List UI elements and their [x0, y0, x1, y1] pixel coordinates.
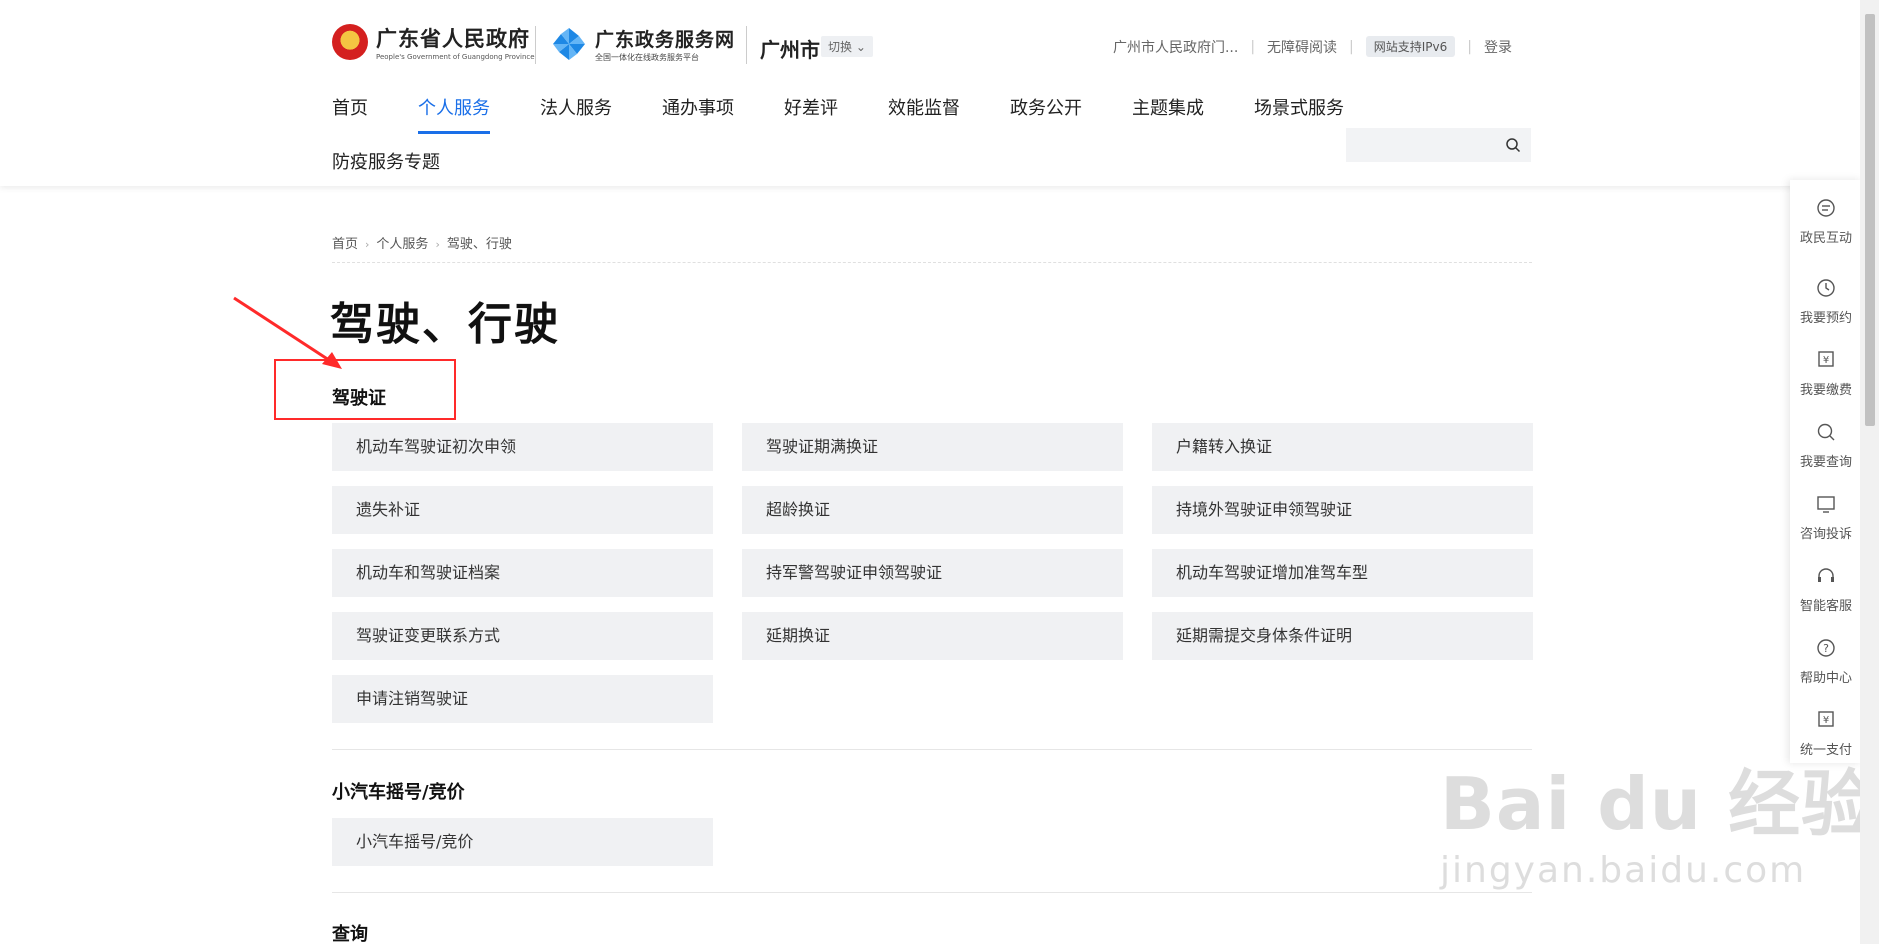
sidebar-item-help[interactable]: ? 帮助中心 [1790, 637, 1862, 686]
service-item[interactable]: 驾驶证变更联系方式 [332, 612, 713, 660]
link-separator: | [1467, 38, 1472, 55]
service-item[interactable]: 遗失补证 [332, 486, 713, 534]
sidebar-item-payment[interactable]: ¥ 我要缴费 [1790, 349, 1862, 398]
floating-sidebar: 政民互动 我要预约 ¥ 我要缴费 我要查询 咨询投诉 智能客服 ? 帮助中心 ¥… [1790, 180, 1862, 763]
headset-icon [1818, 568, 1834, 582]
page-title: 驾驶、行驶 [330, 299, 560, 350]
sidebar-label: 咨询投诉 [1799, 527, 1852, 542]
watermark-brand: Bai du 经验 [1440, 762, 1875, 846]
watermark-url: jingyan.baidu.com [1440, 850, 1807, 891]
sidebar-item-appointment[interactable]: 我要预约 [1790, 277, 1862, 326]
service-item[interactable]: 延期需提交身体条件证明 [1152, 612, 1533, 660]
gov-name: 广东省人民政府 [376, 27, 530, 51]
gov-subtitle: People's Government of Guangdong Provinc… [376, 53, 535, 61]
sidebar-item-query[interactable]: 我要查询 [1790, 421, 1862, 470]
sidebar-label: 我要缴费 [1799, 383, 1852, 398]
nav-themes[interactable]: 主题集成 [1132, 94, 1204, 134]
sidebar-item-customer-service[interactable]: 智能客服 [1790, 565, 1862, 614]
search-input[interactable] [1346, 128, 1531, 162]
yuan-receipt-icon: ¥ [1818, 351, 1834, 367]
accessible-reading-link[interactable]: 无障碍阅读 [1267, 37, 1337, 57]
city-name: 广州市 [760, 38, 820, 62]
chevron-down-icon: ⌄ [852, 40, 866, 54]
nav-scenario-services[interactable]: 场景式服务 [1254, 94, 1344, 134]
svg-text:?: ? [1823, 642, 1829, 655]
switch-label: 切换 [828, 40, 853, 54]
header-divider [746, 26, 747, 64]
svg-text:¥: ¥ [1823, 355, 1829, 366]
service-item[interactable]: 户籍转入换证 [1152, 423, 1533, 471]
service-item[interactable]: 持境外驾驶证申领驾驶证 [1152, 486, 1533, 534]
pinwheel-logo-icon [553, 28, 585, 60]
breadcrumb-home[interactable]: 首页 [332, 237, 358, 252]
service-item[interactable]: 延期换证 [742, 612, 1123, 660]
yuan-receipt-icon: ¥ [1818, 711, 1834, 727]
site-header: 广东省人民政府 People's Government of Guangdong… [0, 0, 1860, 186]
main-nav: 首页 个人服务 法人服务 通办事项 好差评 效能监督 政务公开 主题集成 场景式… [332, 94, 1394, 134]
ipv6-badge: 网站支持IPv6 [1365, 36, 1456, 57]
link-separator: | [1349, 38, 1354, 55]
svg-text:¥: ¥ [1823, 715, 1829, 726]
service-item[interactable]: 持军警驾驶证申领驾驶证 [742, 549, 1123, 597]
nav-epidemic-services[interactable]: 防疫服务专题 [332, 148, 440, 174]
chevron-right-icon: › [365, 238, 370, 251]
chat-bubble-icon [1817, 199, 1835, 217]
sidebar-label: 我要预约 [1799, 311, 1852, 326]
baidu-watermark: Bai du 经验 jingyan.baidu.com [1440, 745, 1874, 891]
search-icon [1817, 423, 1835, 441]
top-links: 广州市人民政府门... | 无障碍阅读 | 网站支持IPv6 | 登录 [1113, 36, 1512, 57]
nav-universal-items[interactable]: 通办事项 [662, 94, 734, 134]
search-icon[interactable] [1505, 137, 1521, 153]
question-circle-icon: ? [1817, 639, 1835, 657]
section-divider [332, 892, 1532, 893]
annotation-highlight-box [274, 359, 456, 420]
service-logo[interactable]: 广东政务服务网 全国一体化在线政务服务平台 [551, 25, 735, 63]
link-separator: | [1250, 38, 1256, 55]
breadcrumb-current: 驾驶、行驶 [446, 237, 512, 252]
monitor-icon [1817, 496, 1835, 513]
section-title-query: 查询 [332, 924, 368, 945]
clock-icon [1817, 279, 1835, 297]
sidebar-label: 帮助中心 [1799, 671, 1852, 686]
section-title-car-lottery: 小汽车摇号/竞价 [332, 782, 465, 803]
header-divider [535, 26, 536, 64]
nav-gov-affairs[interactable]: 政务公开 [1010, 94, 1082, 134]
breadcrumb-personal[interactable]: 个人服务 [376, 237, 428, 252]
service-item[interactable]: 机动车驾驶证初次申领 [332, 423, 713, 471]
nav-supervision[interactable]: 效能监督 [888, 94, 960, 134]
sidebar-item-interaction[interactable]: 政民互动 [1790, 197, 1862, 246]
section-divider [332, 749, 1532, 750]
login-link[interactable]: 登录 [1484, 37, 1512, 57]
service-name: 广东政务服务网 [595, 29, 736, 51]
city-portal-link[interactable]: 广州市人民政府门... [1113, 37, 1238, 57]
sidebar-label: 政民互动 [1799, 231, 1852, 246]
nav-rating[interactable]: 好差评 [784, 94, 838, 134]
service-item[interactable]: 驾驶证期满换证 [742, 423, 1123, 471]
chevron-right-icon: › [435, 238, 440, 251]
nav-personal-services[interactable]: 个人服务 [418, 94, 490, 134]
sidebar-item-complaint[interactable]: 咨询投诉 [1790, 493, 1862, 542]
breadcrumb: 首页 › 个人服务 › 驾驶、行驶 [332, 233, 1532, 263]
service-item[interactable]: 小汽车摇号/竞价 [332, 818, 713, 866]
sidebar-label: 智能客服 [1799, 599, 1852, 614]
scrollbar-thumb[interactable] [1865, 14, 1875, 426]
sidebar-label: 我要查询 [1799, 455, 1852, 470]
service-item[interactable]: 机动车和驾驶证档案 [332, 549, 713, 597]
service-subtitle: 全国一体化在线政务服务平台 [595, 53, 699, 62]
service-item[interactable]: 超龄换证 [742, 486, 1123, 534]
service-item[interactable]: 申请注销驾驶证 [332, 675, 713, 723]
service-item[interactable]: 机动车驾驶证增加准驾车型 [1152, 549, 1533, 597]
nav-home[interactable]: 首页 [332, 94, 368, 134]
national-emblem-icon [332, 24, 368, 60]
gov-logo[interactable]: 广东省人民政府 People's Government of Guangdong… [332, 23, 535, 61]
nav-legal-person-services[interactable]: 法人服务 [540, 94, 612, 134]
city-switch-button[interactable]: 切换 ⌄ [821, 36, 873, 57]
